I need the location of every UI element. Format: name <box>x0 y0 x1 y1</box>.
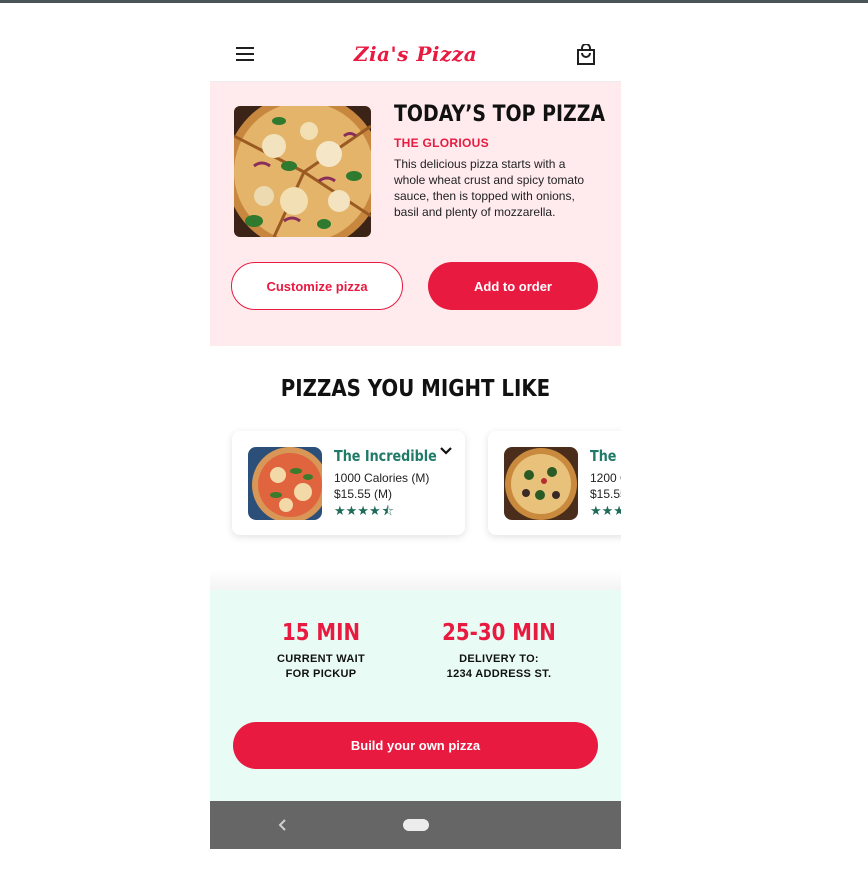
pickup-label: CURRENT WAIT FOR PICKUP <box>260 652 382 682</box>
pizza-card[interactable]: The Incredible 1000 Calories (M) $15.55 … <box>232 431 465 535</box>
recommendations-title: PIZZAS YOU MIGHT LIKE <box>280 376 551 402</box>
hero-description: This delicious pizza starts with a whole… <box>394 157 585 219</box>
add-to-order-button[interactable]: Add to order <box>428 262 598 310</box>
half-star-icon: ⯪ <box>381 503 394 518</box>
rating-stars: ★★★★ ⯪ <box>334 504 394 518</box>
delivery-address[interactable]: 1234 ADDRESS ST. <box>429 667 569 682</box>
pickup-label-line2: FOR PICKUP <box>285 668 357 680</box>
phone-screen: Zia's Pizza TODAY’S TOP PIZZA THE GLORIO… <box>210 30 621 849</box>
pizza-price: $15.55 (M) <box>334 487 393 501</box>
chevron-down-icon[interactable] <box>438 444 454 458</box>
home-pill-icon[interactable] <box>403 819 429 831</box>
pizza-thumbnail <box>504 447 578 520</box>
delivery-label-line1: DELIVERY TO: <box>459 653 539 665</box>
rating-stars: ★★★ <box>590 504 621 518</box>
pizza-thumbnail <box>248 447 322 520</box>
pizza-card[interactable]: The Glorious 1200 Calories (M) $15.55 (M… <box>488 431 621 535</box>
pickup-wait: 15 MIN CURRENT WAIT FOR PICKUP <box>260 620 382 682</box>
pizza-price: $15.55 (M) <box>590 487 621 501</box>
pickup-time: 15 MIN <box>281 620 361 646</box>
pizza-calories: 1200 Calories (M) <box>590 471 621 485</box>
system-navigation-bar <box>210 801 621 849</box>
hero-title: TODAY’S TOP PIZZA <box>394 102 606 127</box>
pickup-label-line1: CURRENT WAIT <box>277 653 365 665</box>
todays-top-pizza-section: TODAY’S TOP PIZZA THE GLORIOUS This deli… <box>210 82 621 346</box>
top-pizza-image <box>234 106 371 237</box>
pizza-name: The Glorious <box>590 447 621 465</box>
back-chevron-icon[interactable] <box>276 817 290 833</box>
delivery-estimate: 25-30 MIN DELIVERY TO: 1234 ADDRESS ST. <box>429 620 569 682</box>
hero-pizza-name: THE GLORIOUS <box>394 136 489 150</box>
app-bar: Zia's Pizza <box>210 30 621 82</box>
star-icon: ★★★ <box>590 503 621 518</box>
order-info-section: 15 MIN CURRENT WAIT FOR PICKUP 25-30 MIN… <box>210 590 621 802</box>
build-your-own-pizza-button[interactable]: Build your own pizza <box>233 722 598 769</box>
shopping-bag-icon[interactable] <box>576 43 596 66</box>
pizza-calories: 1000 Calories (M) <box>334 471 430 485</box>
delivery-time: 25-30 MIN <box>442 620 556 646</box>
window-top-border <box>0 0 868 3</box>
customize-pizza-button[interactable]: Customize pizza <box>231 262 403 310</box>
pizza-name: The Incredible <box>334 447 437 465</box>
star-icon: ★★★★ <box>334 503 381 518</box>
brand-logo: Zia's Pizza <box>353 42 478 66</box>
delivery-label: DELIVERY TO: 1234 ADDRESS ST. <box>429 652 569 682</box>
section-divider-shadow <box>210 570 621 592</box>
